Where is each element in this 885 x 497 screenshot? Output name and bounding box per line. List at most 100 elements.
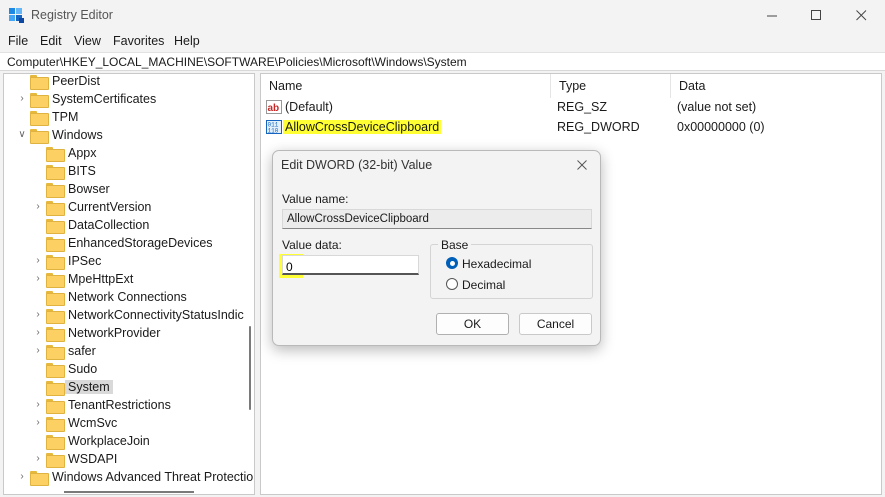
close-button[interactable] <box>838 0 884 31</box>
tree-item[interactable]: System <box>4 378 254 396</box>
tree-item[interactable]: Bowser <box>4 180 254 198</box>
chevron-right-icon[interactable]: › <box>33 399 43 411</box>
chevron-right-icon[interactable]: › <box>33 255 43 267</box>
tree-item[interactable]: Sudo <box>4 360 254 378</box>
tree-item-label: BITS <box>68 164 96 178</box>
tree-item[interactable]: EnhancedStorageDevices <box>4 234 254 252</box>
menu-edit[interactable]: Edit <box>40 34 62 48</box>
vertical-scrollbar-thumb[interactable] <box>249 326 251 410</box>
key-tree-pane[interactable]: PeerDist › SystemCertificates TPM ∨ Windows Ap… <box>3 73 255 495</box>
decimal-radio[interactable] <box>446 278 458 290</box>
chevron-right-icon[interactable]: › <box>33 417 43 429</box>
dialog-title: Edit DWORD (32-bit) Value <box>281 158 433 172</box>
tree-item-label: Sudo <box>68 362 98 376</box>
chevron-right-icon[interactable]: › <box>33 273 43 285</box>
tree-item[interactable]: › CurrentVersion <box>4 198 254 216</box>
maximize-button[interactable] <box>793 0 839 31</box>
chevron-right-icon[interactable]: › <box>33 201 43 213</box>
folder-icon <box>46 417 65 432</box>
chevron-right-icon[interactable]: › <box>17 471 27 483</box>
tree-item[interactable]: › safer <box>4 342 254 360</box>
folder-icon <box>46 147 65 162</box>
title-bar: Registry Editor <box>0 0 885 31</box>
value-name-label: Value name: <box>282 192 349 206</box>
folder-icon <box>30 75 49 90</box>
folder-icon <box>30 93 49 108</box>
tree-item[interactable]: › MpeHttpExt <box>4 270 254 288</box>
address-bar[interactable]: Computer\HKEY_LOCAL_MACHINE\SOFTWARE\Pol… <box>0 52 885 71</box>
folder-icon <box>46 219 65 234</box>
column-header-name[interactable]: Name <box>261 74 551 98</box>
value-name: AllowCrossDeviceClipboard <box>283 120 442 134</box>
hexadecimal-radio[interactable] <box>446 257 458 269</box>
tree-item[interactable]: › IPSec <box>4 252 254 270</box>
menu-view[interactable]: View <box>74 34 101 48</box>
chevron-right-icon[interactable]: › <box>33 309 43 321</box>
menu-file[interactable]: File <box>8 34 28 48</box>
tree-item[interactable]: BITS <box>4 162 254 180</box>
folder-icon <box>46 201 65 216</box>
value-data: 0x00000000 (0) <box>677 120 765 134</box>
tree-item[interactable]: › TenantRestrictions <box>4 396 254 414</box>
folder-icon <box>46 165 65 180</box>
value-data-label: Value data: <box>282 238 342 252</box>
minimize-button[interactable] <box>749 0 795 31</box>
folder-icon <box>46 291 65 306</box>
chevron-right-icon[interactable]: › <box>33 327 43 339</box>
tree-item[interactable]: PeerDist <box>4 74 254 90</box>
value-row[interactable]: 011 110 AllowCrossDeviceClipboard REG_DW… <box>261 118 881 137</box>
registry-editor-icon <box>9 8 24 23</box>
tree-item-label: IPSec <box>68 254 102 268</box>
tree-item[interactable]: DataCollection <box>4 216 254 234</box>
value-data-input[interactable] <box>283 256 418 274</box>
value-data-field[interactable] <box>282 255 419 275</box>
folder-icon <box>46 183 65 198</box>
chevron-right-icon[interactable]: › <box>17 93 27 105</box>
tree-item-label: WorkplaceJoin <box>68 434 150 448</box>
svg-text:ab: ab <box>268 103 280 114</box>
cancel-button[interactable]: Cancel <box>519 313 592 335</box>
menu-favorites[interactable]: Favorites <box>113 34 164 48</box>
folder-icon <box>30 111 49 126</box>
decimal-label[interactable]: Decimal <box>462 278 505 292</box>
tree-item[interactable]: › WSDAPI <box>4 450 254 468</box>
tree-item[interactable]: TPM <box>4 108 254 126</box>
base-group <box>430 244 593 299</box>
tree-item[interactable]: › Windows Advanced Threat Protection <box>4 468 254 486</box>
chevron-down-icon[interactable]: ∨ <box>17 129 27 141</box>
address-path[interactable]: Computer\HKEY_LOCAL_MACHINE\SOFTWARE\Pol… <box>7 55 467 69</box>
tree-item-label: Network Connections <box>68 290 187 304</box>
hexadecimal-label[interactable]: Hexadecimal <box>462 257 531 271</box>
tree-item[interactable]: Network Connections <box>4 288 254 306</box>
tree-item[interactable]: › SystemCertificates <box>4 90 254 108</box>
tree-item-label: safer <box>68 344 96 358</box>
tree-item-label: WcmSvc <box>68 416 118 430</box>
column-header-data[interactable]: Data <box>671 74 881 98</box>
tree-item-label: PeerDist <box>52 74 100 88</box>
tree-item[interactable]: › WcmSvc <box>4 414 254 432</box>
tree-item[interactable]: ∨ Windows <box>4 126 254 144</box>
tree-item[interactable]: › NetworkProvider <box>4 324 254 342</box>
tree-item-label: TPM <box>52 110 79 124</box>
folder-icon <box>30 129 49 144</box>
tree-item[interactable]: Appx <box>4 144 254 162</box>
chevron-right-icon[interactable]: › <box>33 345 43 357</box>
tree-item-label: Appx <box>68 146 97 160</box>
ok-button[interactable]: OK <box>436 313 509 335</box>
tree-item[interactable]: WorkplaceJoin <box>4 432 254 450</box>
menu-help[interactable]: Help <box>174 34 200 48</box>
dialog-close-button[interactable] <box>568 152 596 178</box>
window-title: Registry Editor <box>31 8 113 22</box>
chevron-right-icon[interactable]: › <box>33 453 43 465</box>
folder-icon <box>46 435 65 450</box>
folder-icon <box>46 399 65 414</box>
tree-item-label: TenantRestrictions <box>68 398 171 412</box>
value-name: (Default) <box>285 100 333 114</box>
value-row[interactable]: ab (Default) REG_SZ (value not set) <box>261 98 881 117</box>
column-header-type[interactable]: Type <box>551 74 671 98</box>
folder-icon <box>30 471 49 486</box>
tree-item-label: NetworkProvider <box>68 326 161 340</box>
horizontal-scrollbar-thumb[interactable] <box>64 491 194 493</box>
folder-icon <box>46 327 65 342</box>
tree-item[interactable]: › NetworkConnectivityStatusIndic <box>4 306 254 324</box>
